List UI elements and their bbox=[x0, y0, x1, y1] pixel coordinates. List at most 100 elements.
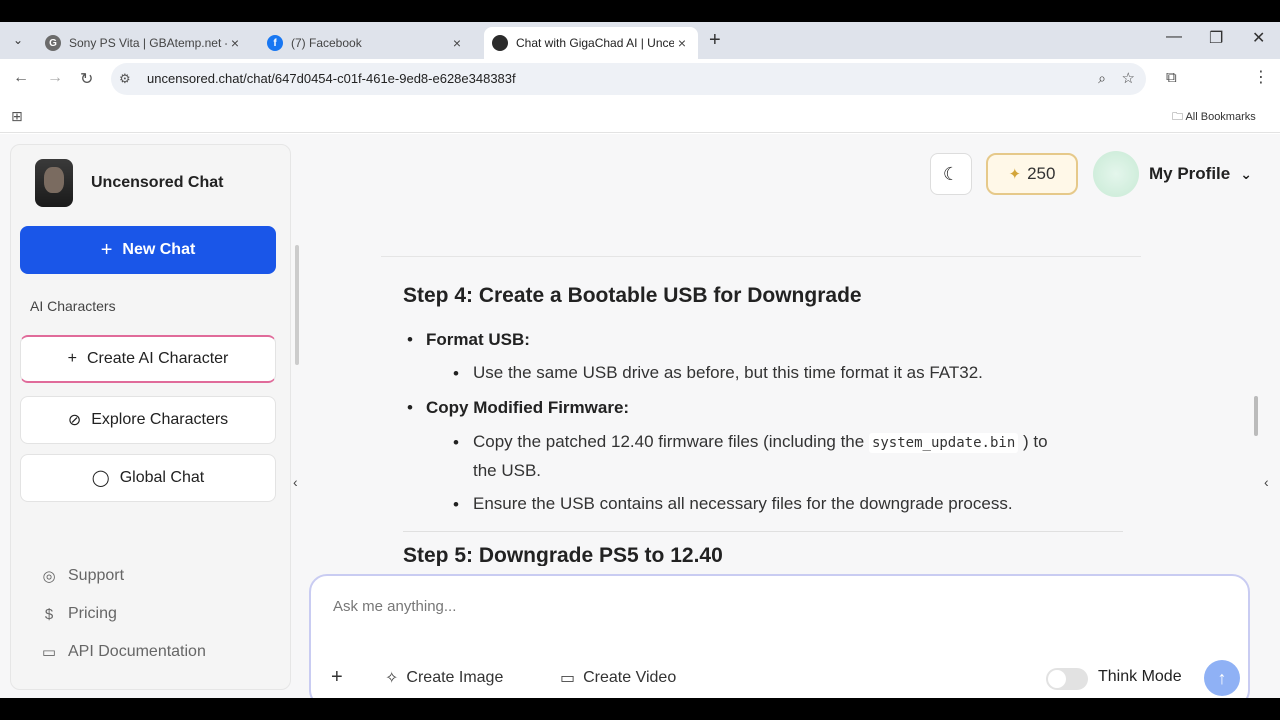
credits-count: 250 bbox=[1027, 164, 1056, 183]
attach-plus-icon[interactable]: + bbox=[331, 666, 343, 689]
tab-gbatemp[interactable]: G Sony PS Vita | GBAtemp.net - T × bbox=[37, 27, 251, 59]
tab-title: (7) Facebook bbox=[291, 36, 362, 50]
support-label: Support bbox=[68, 567, 125, 584]
inline-code: system_update.bin bbox=[868, 433, 1019, 453]
back-icon[interactable]: ← bbox=[13, 69, 29, 87]
step-5-heading: Step 5: Downgrade PS5 to 12.40 bbox=[403, 544, 723, 566]
close-window-icon[interactable]: ✕ bbox=[1252, 28, 1265, 48]
extensions-icon[interactable]: ⧉ bbox=[1166, 69, 1177, 86]
chevron-down-icon: ⌄ bbox=[1240, 166, 1252, 182]
video-camera-icon: ▭ bbox=[560, 670, 576, 687]
bookmarks-bar: ⊞ 🗀 All Bookmarks bbox=[0, 99, 1280, 133]
step-4-heading: Step 4: Create a Bootable USB for Downgr… bbox=[403, 284, 862, 307]
create-video-label: Create Video bbox=[583, 669, 677, 686]
support-icon: ◎ bbox=[42, 568, 56, 585]
create-video-button[interactable]: ▭ Create Video bbox=[560, 668, 676, 688]
create-image-label: Create Image bbox=[406, 669, 504, 686]
plus-icon: + bbox=[100, 238, 113, 261]
reload-icon[interactable]: ↻ bbox=[80, 69, 93, 89]
forward-icon[interactable]: → bbox=[47, 69, 63, 87]
bullet: • bbox=[453, 364, 459, 383]
brand-name: Uncensored Chat bbox=[91, 174, 224, 191]
sparkle-icon: ✦ bbox=[1008, 166, 1022, 183]
sidebar: Uncensored Chat + New Chat AI Characters… bbox=[10, 144, 299, 690]
bookmark-star-icon[interactable]: ☆ bbox=[1122, 69, 1135, 87]
format-usb-bullet: Format USB: bbox=[426, 330, 530, 349]
tab-gigachad[interactable]: Chat with GigaChad AI | Uncen × bbox=[484, 27, 698, 59]
url-text[interactable]: uncensored.chat/chat/647d0454-c01f-461e-… bbox=[147, 71, 516, 86]
copy-detail-text: Copy the patched 12.40 firmware files (i… bbox=[473, 432, 865, 451]
tab-title: Sony PS Vita | GBAtemp.net - T bbox=[69, 36, 227, 50]
bullet: • bbox=[407, 330, 413, 349]
navigation-bar: ← → ↻ ⚙ uncensored.chat/chat/647d0454-c0… bbox=[0, 59, 1280, 99]
dark-mode-toggle-icon[interactable]: ☾ bbox=[930, 153, 972, 195]
close-tab-icon[interactable]: × bbox=[227, 35, 243, 51]
explore-characters-button[interactable]: ⊘ Explore Characters bbox=[20, 396, 276, 444]
pricing-label: Pricing bbox=[68, 605, 117, 622]
dollar-icon: $ bbox=[44, 605, 54, 623]
all-bookmarks-label: All Bookmarks bbox=[1185, 111, 1256, 123]
collapse-sidebar-icon[interactable]: ‹ bbox=[293, 474, 298, 490]
tab-search-chevron-icon[interactable]: ⌄ bbox=[8, 30, 28, 50]
send-arrow-icon[interactable]: ↑ bbox=[1204, 660, 1240, 696]
book-icon: ▭ bbox=[41, 644, 57, 661]
chat-bubble-icon: ◯ bbox=[91, 470, 110, 487]
profile-menu[interactable]: My Profile ⌄ bbox=[1149, 164, 1252, 184]
new-chat-button[interactable]: + New Chat bbox=[20, 226, 276, 274]
close-tab-icon[interactable]: × bbox=[449, 35, 465, 51]
pricing-link[interactable]: $ Pricing bbox=[39, 605, 117, 623]
zoom-icon[interactable]: ⌕ bbox=[1098, 70, 1106, 87]
compass-icon: ⊘ bbox=[67, 412, 82, 429]
new-tab-icon[interactable]: + bbox=[709, 29, 721, 52]
profile-label: My Profile bbox=[1149, 164, 1231, 183]
divider bbox=[403, 531, 1123, 532]
composer[interactable]: Ask me anything... + ✧ Create Image ▭ Cr… bbox=[309, 574, 1250, 698]
site-settings-icon[interactable]: ⚙ bbox=[119, 71, 135, 87]
create-image-button[interactable]: ✧ Create Image bbox=[385, 668, 503, 688]
api-docs-label: API Documentation bbox=[68, 643, 206, 660]
browser-menu-icon[interactable]: ⋮ bbox=[1253, 67, 1269, 87]
create-ai-character-button[interactable]: + Create AI Character bbox=[20, 335, 276, 383]
sidebar-scrollbar[interactable] bbox=[295, 245, 299, 365]
close-tab-icon[interactable]: × bbox=[674, 35, 690, 51]
chat-message: Step 4: Create a Bootable USB for Downgr… bbox=[381, 256, 1149, 566]
tab-strip: ⌄ G Sony PS Vita | GBAtemp.net - T × f (… bbox=[0, 22, 1280, 59]
minimize-icon[interactable]: — bbox=[1166, 28, 1182, 46]
api-docs-link[interactable]: ▭ API Documentation bbox=[39, 643, 206, 661]
brand-avatar bbox=[35, 159, 73, 207]
restore-icon[interactable]: ❐ bbox=[1209, 28, 1223, 48]
facebook-favicon-icon: f bbox=[267, 35, 283, 51]
format-usb-detail: Use the same USB drive as before, but th… bbox=[473, 363, 983, 382]
brand[interactable]: Uncensored Chat bbox=[35, 159, 223, 207]
expand-right-panel-icon[interactable]: ‹ bbox=[1264, 474, 1269, 490]
gigachad-favicon-icon bbox=[492, 35, 508, 51]
tab-title: Chat with GigaChad AI | Uncen bbox=[516, 36, 674, 50]
divider bbox=[381, 256, 1141, 257]
section-label: AI Characters bbox=[30, 298, 116, 314]
address-bar[interactable]: ⚙ uncensored.chat/chat/647d0454-c01f-461… bbox=[111, 63, 1146, 95]
all-bookmarks-button[interactable]: 🗀 All Bookmarks bbox=[1172, 108, 1256, 127]
copy-firmware-bullet: Copy Modified Firmware: bbox=[426, 398, 630, 417]
ensure-detail: Ensure the USB contains all necessary fi… bbox=[473, 494, 1013, 513]
create-ai-character-label: Create AI Character bbox=[86, 350, 229, 367]
support-link[interactable]: ◎ Support bbox=[39, 567, 124, 585]
global-chat-button[interactable]: ◯ Global Chat bbox=[20, 454, 276, 502]
credits-badge[interactable]: ✦ 250 bbox=[986, 153, 1078, 195]
bullet: • bbox=[453, 495, 459, 514]
plus-icon: + bbox=[67, 350, 77, 367]
copy-detail-text: the USB. bbox=[473, 461, 542, 480]
chat-scrollbar[interactable] bbox=[1254, 396, 1258, 436]
profile-avatar[interactable] bbox=[1093, 151, 1139, 197]
gbatemp-favicon-icon: G bbox=[45, 35, 61, 51]
global-chat-label: Global Chat bbox=[119, 469, 205, 486]
tab-facebook[interactable]: f (7) Facebook × bbox=[259, 27, 473, 59]
new-chat-label: New Chat bbox=[122, 241, 196, 258]
apps-grid-icon[interactable]: ⊞ bbox=[11, 108, 23, 125]
copy-firmware-detail: Copy the patched 12.40 firmware files (i… bbox=[473, 428, 1143, 485]
app-page: Uncensored Chat + New Chat AI Characters… bbox=[0, 134, 1280, 698]
chat-input[interactable]: Ask me anything... bbox=[333, 598, 456, 615]
think-mode-label: Think Mode bbox=[1098, 668, 1182, 685]
copy-detail-text: ) to bbox=[1022, 432, 1048, 451]
think-mode-toggle[interactable] bbox=[1046, 668, 1088, 690]
browser-window: ⌄ G Sony PS Vita | GBAtemp.net - T × f (… bbox=[0, 22, 1280, 698]
